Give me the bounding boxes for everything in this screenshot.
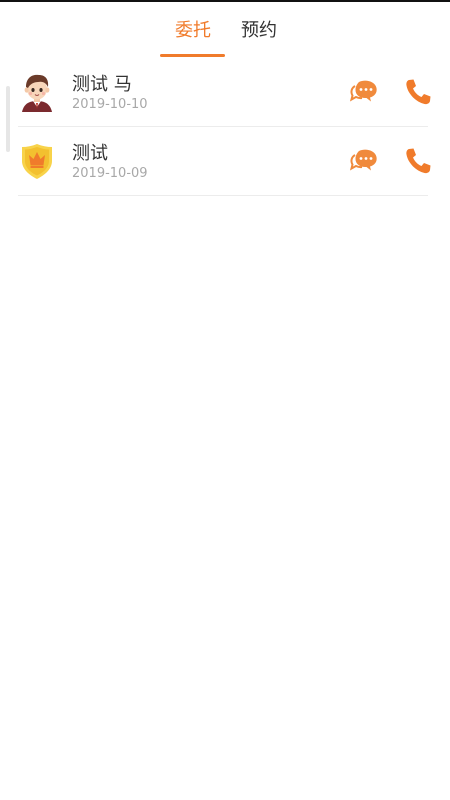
phone-icon[interactable]	[402, 145, 434, 177]
list-item[interactable]: 测试 马 2019-10-10	[0, 58, 450, 127]
contact-date: 2019-10-10	[72, 97, 148, 112]
contact-name: 测试	[72, 143, 108, 164]
tab-bar: 委托 预约	[0, 2, 450, 58]
tab-entrust[interactable]: 委托	[175, 18, 211, 44]
contact-date: 2019-10-09	[72, 166, 148, 181]
boy-avatar-icon	[18, 72, 56, 112]
chat-icon[interactable]	[349, 145, 381, 177]
phone-icon[interactable]	[402, 76, 434, 108]
list-item[interactable]: 测试 2019-10-09	[0, 127, 450, 196]
row-divider	[18, 195, 428, 196]
contact-name: 测试 马	[72, 74, 132, 95]
active-tab-indicator	[160, 54, 225, 57]
chat-icon[interactable]	[349, 76, 381, 108]
tab-appointment[interactable]: 预约	[241, 18, 277, 44]
shield-crown-icon	[18, 141, 56, 181]
